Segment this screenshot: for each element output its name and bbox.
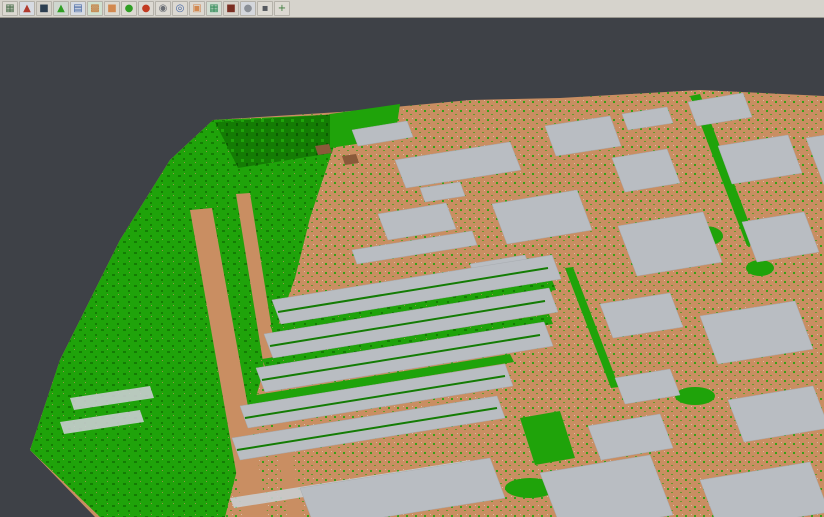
scene-3d-view — [0, 18, 824, 517]
blue-layers-icon[interactable]: ▤ — [70, 1, 86, 16]
globe-icon[interactable]: ● — [240, 1, 256, 16]
viewport-3d[interactable] — [0, 18, 824, 517]
application-window: ▦ ▲ ■ ▲ ▤ ▩ ■ ● ● ◉ ◎ ▣ — [0, 0, 824, 517]
dark-red-square-icon[interactable]: ■ — [223, 1, 239, 16]
dark-square-icon[interactable]: ■ — [36, 1, 52, 16]
gray-dot-icon[interactable]: ▪ — [257, 1, 273, 16]
terrain-icon[interactable]: ▲ — [53, 1, 69, 16]
toolbar: ▦ ▲ ■ ▲ ▤ ▩ ■ ● ● ◉ ◎ ▣ — [0, 0, 824, 18]
plus-icon[interactable]: + — [274, 1, 290, 16]
orange-tile-icon[interactable]: ■ — [104, 1, 120, 16]
target-icon[interactable]: ◎ — [172, 1, 188, 16]
red-triangle-icon[interactable]: ▲ — [19, 1, 35, 16]
gear-icon[interactable]: ◉ — [155, 1, 171, 16]
orange-frame-icon[interactable]: ▣ — [189, 1, 205, 16]
green-grid-icon[interactable]: ▦ — [206, 1, 222, 16]
colormap-icon[interactable]: ▩ — [87, 1, 103, 16]
grid-icon[interactable]: ▦ — [2, 1, 18, 16]
green-sphere-icon[interactable]: ● — [121, 1, 137, 16]
red-sphere-icon[interactable]: ● — [138, 1, 154, 16]
